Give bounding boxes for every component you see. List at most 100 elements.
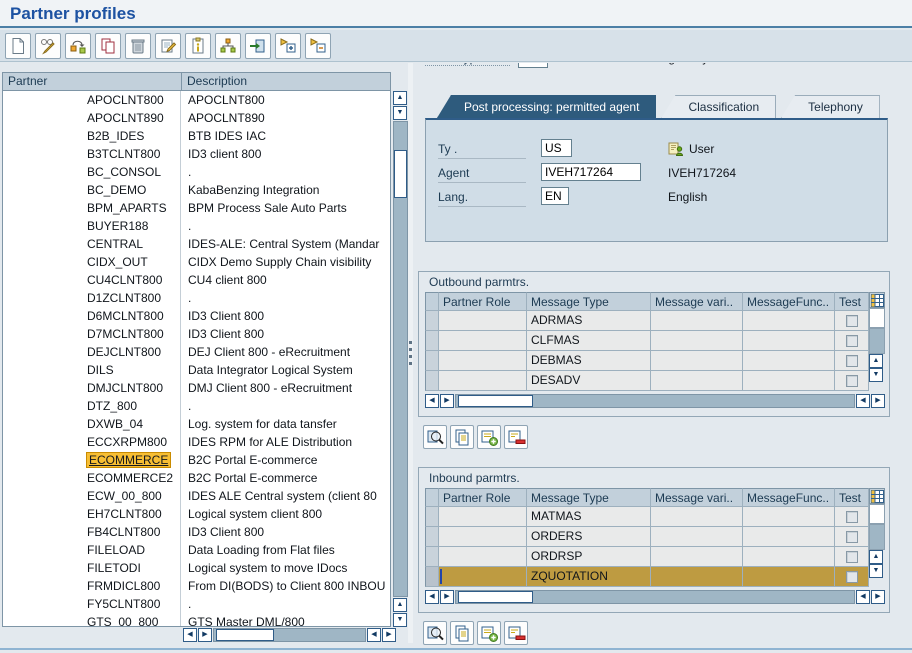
table-cell[interactable] <box>651 547 743 567</box>
delete-button[interactable] <box>125 33 151 59</box>
partner-row[interactable]: GTS_00_800GTS Master DML/800 <box>3 613 390 627</box>
message-type-cell[interactable]: ZQUOTATION <box>527 567 651 587</box>
copy-row-button[interactable] <box>450 425 474 449</box>
scroll-right-button[interactable]: ▶ <box>382 628 396 642</box>
scroll-right-button[interactable]: ▶ <box>440 394 454 408</box>
scroll-left-button[interactable]: ◀ <box>856 394 870 408</box>
language-field[interactable]: EN <box>541 187 569 205</box>
scroll-thumb[interactable] <box>458 395 533 407</box>
row-selector[interactable] <box>425 507 439 527</box>
table-cell[interactable] <box>743 547 835 567</box>
table-cell[interactable] <box>439 547 527 567</box>
partner-row[interactable]: DMJCLNT800DMJ Client 800 - eRecruitment <box>3 379 390 397</box>
hierarchy-button[interactable] <box>215 33 241 59</box>
scroll-left-button[interactable]: ◀ <box>856 590 870 604</box>
partner-row[interactable]: DEJCLNT800DEJ Client 800 - eRecruitment <box>3 343 390 361</box>
table-cell[interactable] <box>439 331 527 351</box>
column-header[interactable]: Message vari.. <box>651 488 743 507</box>
partner-id[interactable]: B3TCLNT800 <box>87 147 160 161</box>
scroll-up-button[interactable]: ▲ <box>393 598 407 612</box>
table-cell[interactable] <box>439 371 527 391</box>
scroll-down-button[interactable]: ▼ <box>393 613 407 627</box>
row-selector[interactable] <box>425 351 439 371</box>
partner-id[interactable]: ECCXRPM800 <box>87 435 167 449</box>
partner-row[interactable]: ECOMMERCEB2C Portal E-commerce <box>3 451 390 469</box>
scroll-left-button[interactable]: ◀ <box>183 628 197 642</box>
delete-line-button[interactable] <box>504 621 528 645</box>
scroll-track[interactable] <box>213 628 366 642</box>
row-selector[interactable] <box>425 527 439 547</box>
partner-row[interactable]: CU4CLNT800CU4 client 800 <box>3 271 390 289</box>
scroll-up-button[interactable]: ▲ <box>393 91 407 105</box>
copy-row-button[interactable] <box>450 621 474 645</box>
copy-button[interactable] <box>95 33 121 59</box>
agent-field[interactable]: IVEH717264 <box>541 163 641 181</box>
scroll-track[interactable] <box>869 504 885 524</box>
column-header[interactable]: Partner Role <box>439 292 527 311</box>
scroll-left-button[interactable]: ◀ <box>425 590 439 604</box>
partner-id[interactable]: BPM_APARTS <box>87 201 167 215</box>
column-header[interactable]: Message vari.. <box>651 292 743 311</box>
partner-row[interactable]: APOCLNT800APOCLNT800 <box>3 91 390 109</box>
partner-row[interactable]: ECW_00_800IDES ALE Central system (clien… <box>3 487 390 505</box>
scroll-up-button[interactable]: ▲ <box>869 354 883 368</box>
table-cell[interactable] <box>439 351 527 371</box>
scroll-track[interactable] <box>393 121 408 597</box>
table-configuration-icon[interactable] <box>869 488 885 504</box>
partner-row[interactable]: B2B_IDESBTB IDES IAC <box>3 127 390 145</box>
partner-id[interactable]: FB4CLNT800 <box>87 525 160 539</box>
partner-row[interactable]: D7MCLNT800ID3 Client 800 <box>3 325 390 343</box>
test-checkbox[interactable] <box>846 571 858 583</box>
scroll-down-button[interactable]: ▼ <box>393 106 407 120</box>
insert-line-button[interactable] <box>477 621 501 645</box>
partner-id[interactable]: FILETODI <box>87 561 141 575</box>
partner-row[interactable]: ECOMMERCE2B2C Portal E-commerce <box>3 469 390 487</box>
partner-id[interactable]: DMJCLNT800 <box>87 381 163 395</box>
scroll-thumb[interactable] <box>869 524 885 550</box>
table-cell[interactable] <box>651 567 743 587</box>
goto-table-button[interactable] <box>245 33 271 59</box>
table-cell[interactable] <box>743 311 835 331</box>
test-checkbox[interactable] <box>846 315 858 327</box>
create-button[interactable] <box>5 33 31 59</box>
partner-id[interactable]: CENTRAL <box>87 237 143 251</box>
table-cell[interactable] <box>743 351 835 371</box>
partner-id[interactable]: BUYER188 <box>87 219 148 233</box>
partner-row[interactable]: D1ZCLNT800. <box>3 289 390 307</box>
column-header[interactable]: MessageFunc.. <box>743 292 835 311</box>
table-cell[interactable] <box>651 311 743 331</box>
column-header[interactable]: Test <box>835 292 869 311</box>
partner-row[interactable]: BPM_APARTSBPM Process Sale Auto Parts <box>3 199 390 217</box>
partner-type-input[interactable]: LS <box>518 63 548 68</box>
test-checkbox[interactable] <box>846 355 858 367</box>
row-selector[interactable] <box>425 547 439 567</box>
message-type-cell[interactable]: CLFMAS <box>527 331 651 351</box>
partner-id[interactable]: D6MCLNT800 <box>87 309 164 323</box>
tab-post-processing[interactable]: Post processing: permitted agent <box>437 95 656 118</box>
outbound-table-vscrollbar[interactable]: ▲ ▼ <box>869 292 885 392</box>
partner-row[interactable]: FY5CLNT800. <box>3 595 390 613</box>
partner-id[interactable]: B2B_IDES <box>87 129 144 143</box>
scroll-left-button[interactable]: ◀ <box>425 394 439 408</box>
test-checkbox[interactable] <box>846 511 858 523</box>
scroll-right-button[interactable]: ▶ <box>440 590 454 604</box>
table-cell[interactable] <box>743 331 835 351</box>
partner-id[interactable]: FY5CLNT800 <box>87 597 160 611</box>
partner-row[interactable]: CIDX_OUTCIDX Demo Supply Chain visibilit… <box>3 253 390 271</box>
row-selector[interactable] <box>425 567 439 587</box>
partner-id[interactable]: APOCLNT890 <box>87 111 164 125</box>
partner-id[interactable]: ECW_00_800 <box>87 489 162 503</box>
partner-id[interactable]: DXWB_04 <box>87 417 143 431</box>
table-cell[interactable] <box>743 507 835 527</box>
message-type-cell[interactable]: DEBMAS <box>527 351 651 371</box>
partner-row[interactable]: FILETODILogical system to move IDocs <box>3 559 390 577</box>
column-header-partner[interactable]: Partner <box>2 72 181 91</box>
partner-id[interactable]: DTZ_800 <box>87 399 137 413</box>
column-header[interactable]: Partner Role <box>439 488 527 507</box>
row-selector[interactable] <box>425 311 439 331</box>
message-type-cell[interactable]: ORDRSP <box>527 547 651 567</box>
partner-list-vscrollbar[interactable]: ▲ ▼ ▲ ▼ <box>393 91 408 627</box>
test-checkbox[interactable] <box>846 375 858 387</box>
delete-line-button[interactable] <box>504 425 528 449</box>
partner-id[interactable]: BC_DEMO <box>87 183 146 197</box>
